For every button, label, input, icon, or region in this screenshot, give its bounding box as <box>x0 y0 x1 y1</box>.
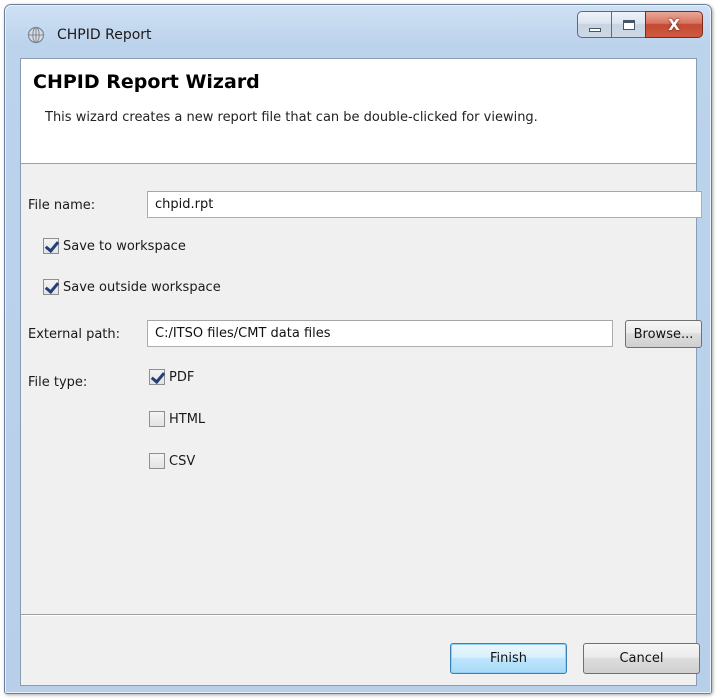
file-name-input[interactable]: chpid.rpt <box>147 191 702 218</box>
file-type-label: File type: <box>28 375 88 390</box>
browse-button[interactable]: Browse... <box>625 320 702 348</box>
file-type-csv-row[interactable]: CSV <box>149 453 195 469</box>
pdf-checkbox[interactable] <box>149 369 165 385</box>
external-path-label: External path: <box>28 327 121 342</box>
save-to-workspace-row[interactable]: Save to workspace <box>43 238 186 254</box>
save-outside-workspace-row[interactable]: Save outside workspace <box>43 279 221 295</box>
external-path-input[interactable]: C:/ITSO files/CMT data files <box>147 320 613 347</box>
html-label: HTML <box>169 411 206 427</box>
globe-icon <box>27 26 45 44</box>
maximize-icon <box>622 19 635 30</box>
file-type-html-row[interactable]: HTML <box>149 411 205 427</box>
button-bar-separator <box>21 614 696 616</box>
csv-label: CSV <box>169 453 196 469</box>
dialog-window: CHPID Report X CHPID Report Wizard This … <box>4 4 712 694</box>
caption-buttons: X <box>577 11 703 41</box>
title-bar[interactable]: CHPID Report X <box>5 5 711 57</box>
maximize-button[interactable] <box>611 11 645 38</box>
html-checkbox[interactable] <box>149 411 165 427</box>
cancel-button[interactable]: Cancel <box>583 643 700 674</box>
minimize-button[interactable] <box>577 11 611 38</box>
close-button[interactable]: X <box>645 11 703 38</box>
minimize-icon <box>588 27 601 32</box>
file-type-pdf-row[interactable]: PDF <box>149 369 194 385</box>
close-icon: X <box>668 15 680 34</box>
finish-button[interactable]: Finish <box>450 643 567 674</box>
save-to-workspace-label: Save to workspace <box>63 238 186 254</box>
wizard-title: CHPID Report Wizard <box>33 71 260 93</box>
window-title: CHPID Report <box>57 27 152 43</box>
save-to-workspace-checkbox[interactable] <box>43 238 59 254</box>
pdf-label: PDF <box>169 369 195 385</box>
wizard-description: This wizard creates a new report file th… <box>45 110 538 125</box>
save-outside-workspace-checkbox[interactable] <box>43 279 59 295</box>
file-name-label: File name: <box>28 198 96 213</box>
dialog-client-area: CHPID Report Wizard This wizard creates … <box>20 58 702 686</box>
wizard-banner: CHPID Report Wizard This wizard creates … <box>21 59 696 164</box>
save-outside-workspace-label: Save outside workspace <box>63 279 221 295</box>
csv-checkbox[interactable] <box>149 453 165 469</box>
